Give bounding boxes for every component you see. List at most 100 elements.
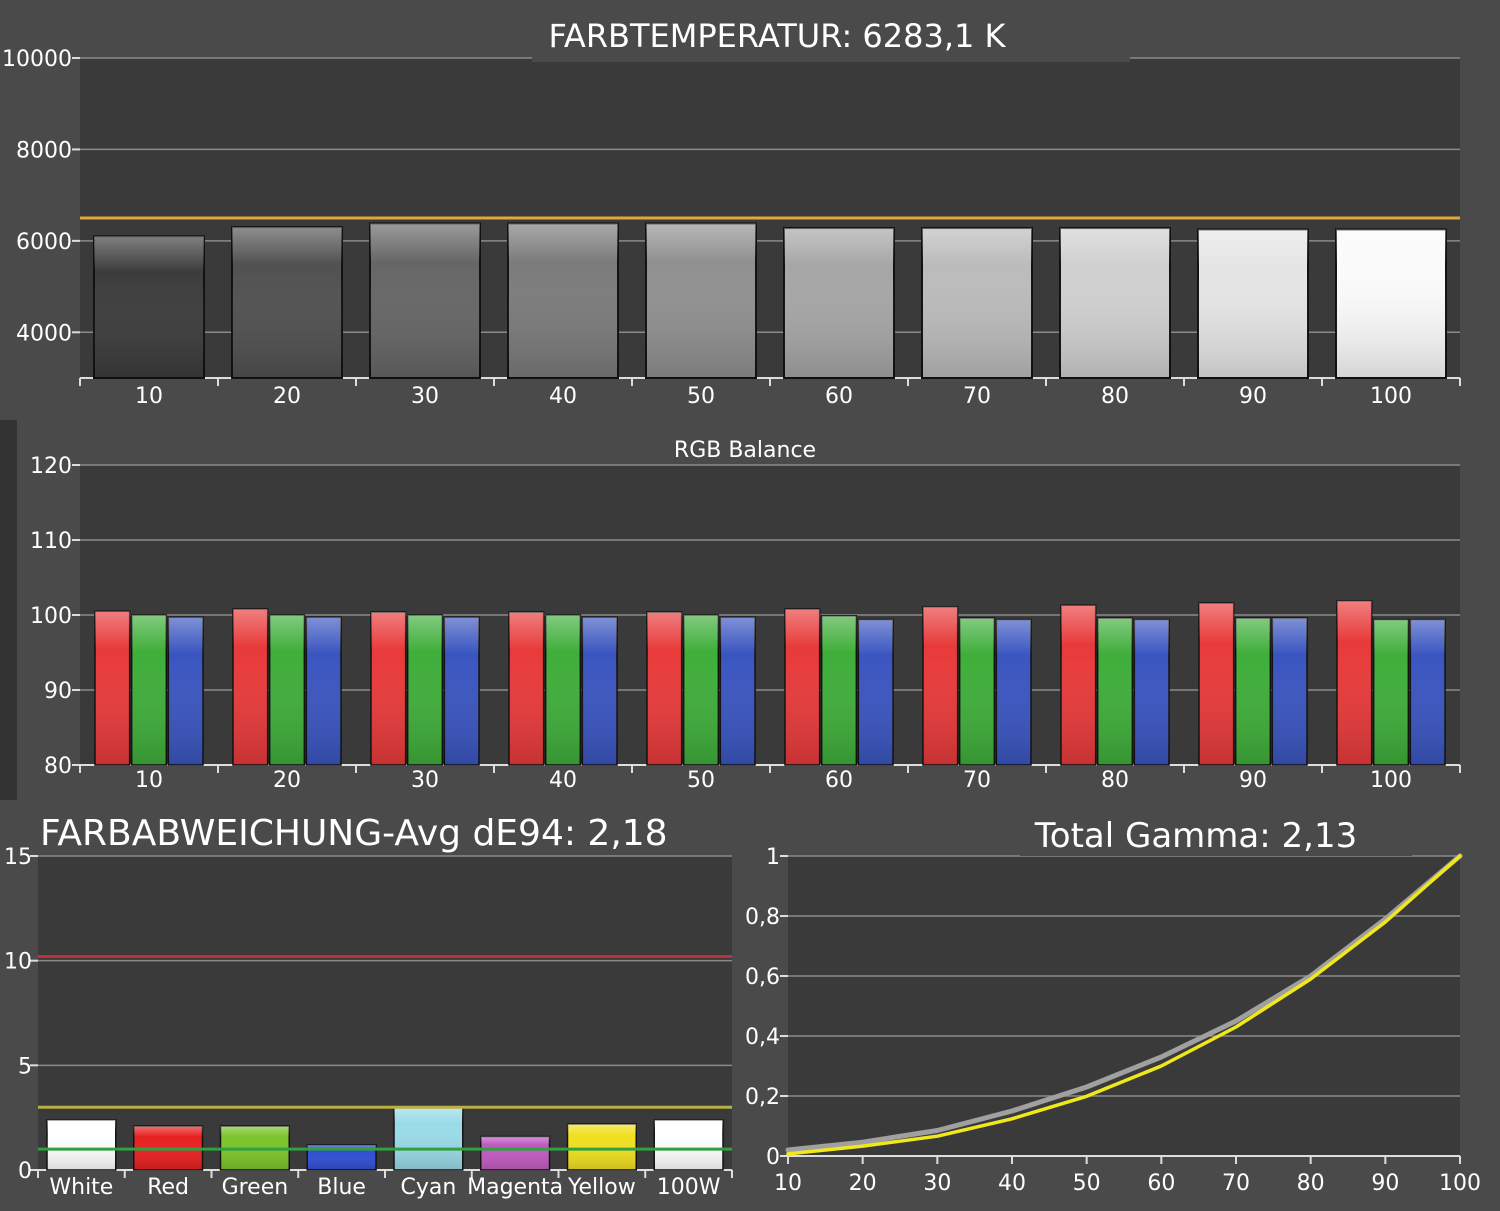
calibration-report: 4000 60 0 0 8000 10000 10 20 30 40 50 60 70 80 90 100 F… <box>0 17 1481 1200</box>
temperature-bar-shade <box>370 223 480 378</box>
x-tick-label: 30 <box>411 384 439 409</box>
red-bar-shade <box>647 612 682 765</box>
x-tick-label: 10 <box>135 768 163 793</box>
x-tick-label: 50 <box>1073 1171 1101 1196</box>
x-tick-label: 90 <box>1239 384 1267 409</box>
y-tick-label: 90 <box>44 679 72 704</box>
x-tick-label: 60 <box>825 768 853 793</box>
red-bar-shade <box>371 612 406 765</box>
color-deviation-chart: 0 5 10 15 White Red Green Blue Cyan Magenta Yellow… <box>4 810 733 1200</box>
x-tick-label: 100 <box>1370 384 1412 409</box>
y-tick-label: 8000 <box>16 138 72 163</box>
temperature-bar-shade <box>232 227 342 378</box>
red-bar-shade <box>233 609 268 765</box>
green-bar-shade <box>407 615 443 765</box>
x-tick-label: Cyan <box>400 1175 456 1200</box>
y-tick-label: 0,2 <box>745 1085 780 1110</box>
x-tick-label: 80 <box>1101 768 1129 793</box>
green-bar-shade <box>545 615 581 765</box>
temperature-bar-shade <box>922 228 1032 378</box>
x-tick-label: 30 <box>923 1171 951 1196</box>
blue-bar-shade <box>858 619 893 765</box>
x-tick-label: White <box>49 1175 113 1200</box>
blue-bar-shade <box>582 617 617 765</box>
y-tick-label: 0 <box>18 1159 32 1184</box>
x-tick-label: 70 <box>963 384 991 409</box>
x-tick-label: 30 <box>411 768 439 793</box>
x-tick-label: 100 <box>1439 1171 1481 1196</box>
temperature-bar-shade <box>784 228 894 378</box>
y-tick-label: 0 <box>766 1145 780 1170</box>
temperature-bar-shade <box>508 223 618 378</box>
deviation-bar-shade <box>47 1119 116 1170</box>
x-tick-label: Blue <box>317 1175 366 1200</box>
x-tick-label: 100 <box>1370 768 1412 793</box>
red-bar-shade <box>95 611 130 765</box>
gamma-chart: 0 0,2 0,4 0,6 0,8 1 10 20 30 40 50 60 70 80 90 100 Tota… <box>745 812 1481 1196</box>
x-tick-label: Yellow <box>567 1175 636 1200</box>
green-bar-shade <box>1373 619 1409 765</box>
y-tick-label: 10000 <box>2 47 72 72</box>
x-tick-label: Green <box>222 1175 289 1200</box>
y-tick-label: 0,6 <box>745 965 780 990</box>
x-tick-label: 90 <box>1371 1171 1399 1196</box>
x-tick-label: Magenta <box>467 1175 563 1200</box>
blue-bar-shade <box>1410 619 1445 765</box>
x-tick-label: 20 <box>273 384 301 409</box>
red-bar-shade <box>1337 600 1372 765</box>
y-tick-label: 120 <box>30 454 72 479</box>
y-tick-label: 5 <box>18 1054 32 1079</box>
blue-bar-shade <box>1272 618 1307 765</box>
green-bar-shade <box>821 615 857 765</box>
red-bar-shade <box>923 606 958 765</box>
y-tick-label: 80 <box>44 754 72 779</box>
y-tick-label: 110 <box>30 529 72 554</box>
green-bar-shade <box>959 618 995 765</box>
temperature-bar-shade <box>1336 229 1446 378</box>
red-bar-shade <box>785 609 820 765</box>
green-bar-shade <box>269 615 305 765</box>
x-tick-label: 90 <box>1239 768 1267 793</box>
x-tick-label: 60 <box>1147 1171 1175 1196</box>
x-tick-label: 50 <box>687 768 715 793</box>
x-tick-label: 60 <box>825 384 853 409</box>
color-temperature-chart: 4000 6000 8000 10000 10 20 30 40 50 60 70 80 90 100 F… <box>2 17 1461 409</box>
x-tick-label: 10 <box>135 384 163 409</box>
temperature-bar-shade <box>94 236 204 378</box>
x-tick-label: 40 <box>549 768 577 793</box>
y-tick-label: 4000 <box>16 321 72 346</box>
temperature-bar-shade <box>1198 229 1308 378</box>
deviation-bar-shade <box>567 1123 637 1170</box>
x-tick-label: 80 <box>1101 384 1129 409</box>
x-tick-label: 50 <box>687 384 715 409</box>
blue-bar-shade <box>444 617 479 765</box>
chart-title: FARBABWEICHUNG-Avg dE94: 2,18 <box>40 813 668 854</box>
red-bar-shade <box>1061 605 1096 765</box>
x-tick-label: 10 <box>774 1171 802 1196</box>
chart-title: RGB Balance <box>674 438 816 463</box>
deviation-bar-shade <box>654 1119 723 1170</box>
plot-background <box>788 856 1460 1156</box>
deviation-bar-shade <box>480 1136 550 1170</box>
chart-title: FARBTEMPERATUR: 6283,1 K <box>548 17 1006 55</box>
y-tick-label: 100 <box>30 604 72 629</box>
red-bar-shade <box>1199 603 1234 765</box>
y-tick-label: 10 <box>4 950 32 975</box>
y-tick-label: 0,4 <box>745 1025 780 1050</box>
x-tick-label: 70 <box>1222 1171 1250 1196</box>
y-tick-label: 1 <box>766 845 780 870</box>
temperature-bar-shade <box>1060 228 1170 378</box>
plot-background <box>38 856 732 1170</box>
side-strip <box>0 420 17 800</box>
y-tick-label: 15 <box>4 845 32 870</box>
blue-bar-shade <box>168 617 203 765</box>
x-tick-label: 100W <box>657 1175 721 1200</box>
x-tick-label: 40 <box>998 1171 1026 1196</box>
x-tick-label: 20 <box>273 768 301 793</box>
x-tick-label: 80 <box>1297 1171 1325 1196</box>
chart-title: Total Gamma: 2,13 <box>1034 816 1357 856</box>
blue-bar-shade <box>996 619 1031 765</box>
green-bar-shade <box>131 615 167 765</box>
blue-bar-shade <box>720 617 755 765</box>
deviation-bar-shade <box>394 1107 463 1170</box>
